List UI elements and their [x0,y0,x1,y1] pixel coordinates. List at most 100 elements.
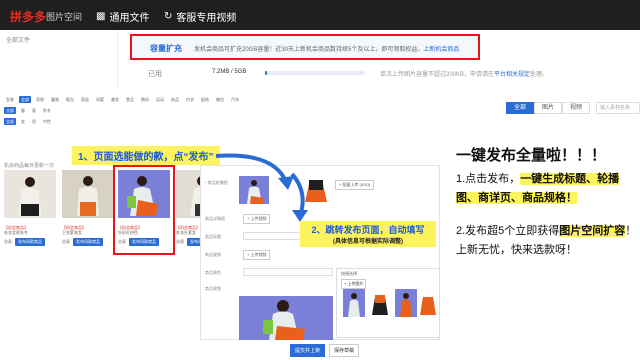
filter-chip-category[interactable]: 美妆 [109,96,121,103]
nav-service-video[interactable]: ↻ 客服专用视频 [164,9,236,24]
promo-point-2: 2.发布超5个立即获得图片空间扩容！ [456,222,640,241]
form-label-video: 商品视频 [205,286,221,291]
filter-chip-gender[interactable]: 全部 [4,118,16,125]
tab-videos[interactable]: 视频 [562,102,590,114]
product-desc: 毛衣女款秋冬 [4,230,28,235]
form-actions: 提交并上架 保存草稿 [290,344,360,357]
filter-row-season: 全部春夏秋冬 [4,107,214,114]
form-large-image [239,296,333,340]
product-card[interactable]: 【机会商品】 卫衣套装女 收藏 发布同款商品 [62,170,114,252]
capacity-text: 发机会商品可扩充20GB容量！近30天上新机会商品数持续5个及以上，即可领取权益… [194,44,459,53]
product-card[interactable]: 【机会商品】 毛衣女款秋冬 收藏 发布同款商品 [4,170,56,252]
filter-chip-category[interactable]: 内衣 [184,96,196,103]
filter-chip-category[interactable]: 饰品 [169,96,181,103]
capacity-link[interactable]: 上新机会商品 [423,47,459,53]
upload-video-button[interactable]: + 上传视频 [243,214,271,224]
logo: 拼多多 [10,10,47,24]
gallery-title: 快捷选择 [341,271,357,276]
step2-callout: 2、跳转发布页面，自动填写 (具体信息可根据实际调整) [300,221,436,247]
filter-chip-category[interactable]: 箱包 [214,96,226,103]
filter-row-gender: 全部女男中性 [4,118,214,125]
media-tabs: 全部 图片 视频 [506,102,590,114]
favorite-button[interactable]: 收藏 [62,239,70,245]
save-draft-button[interactable]: 保存草稿 [329,344,360,357]
batch-upload-button[interactable]: + 批量上传 (5/10) [335,180,375,190]
filter-panel: 女装 全部 男装 童装 鞋包 家居 母婴 美妆 食品 数码 运动 饰品 内衣 配饰 箱包 汽车 全部春夏秋冬 … [4,96,239,146]
filter-chip-category[interactable]: 男装 [34,96,46,103]
filter-chip-category[interactable]: 汽车 [229,96,241,103]
favorite-button[interactable]: 收藏 [4,239,12,245]
upload-video-button[interactable]: + 上传视频 [243,250,271,260]
top-bar: 拼多多 图片空间 ▩ 通用文件 ↻ 客服专用视频 [0,0,640,30]
publish-same-button[interactable]: 发布同款商品 [15,238,45,246]
grid-label: 机会商品每日更新一次 [4,163,55,169]
usage-progress-fill [265,71,267,75]
tab-all[interactable]: 全部 [506,102,534,114]
filter-chip-season[interactable]: 全部 [4,107,16,114]
filter-chip-season[interactable]: 秋冬 [41,107,53,114]
sidebar-item-all-files[interactable]: 全部文件 [6,35,30,44]
promo-point-2-end: ！ [625,225,637,237]
usage-note-text: 单次上传图片容量不超过200KB，申请请在 [380,72,495,78]
form-label-title: 商品标题 [205,234,221,239]
flow-arrow-icon [215,153,294,190]
usage-note-link[interactable]: 平台相关规定 [494,72,530,78]
filter-chip-category[interactable]: 数码 [139,96,151,103]
promo-point-1: 1.点击发布，一键生成标题、轮播图、商详页、商品规格！ [456,170,640,208]
form-label-spec: 商品规格 [205,252,221,257]
product-image [4,170,56,218]
filter-chip-gender[interactable]: 女 [19,118,27,125]
product-desc: 卫衣套装女 [62,230,82,235]
promo-block: 一键发布全量啦！！！ 1.点击发布，一键生成标题、轮播图、商详页、商品规格！ 2… [456,144,640,260]
usage-note-end: 处理。 [530,72,549,78]
product-image [62,170,114,218]
promo-title: 一键发布全量啦！！！ [456,147,607,164]
filter-chip-season[interactable]: 春 [19,107,27,114]
gallery-thumb-image[interactable] [369,289,391,317]
step1-callout: 1、页面选能做的款，点“发布” [72,146,220,165]
filter-chip-season[interactable]: 夏 [30,107,38,114]
refresh-icon: ↻ [164,11,173,22]
filter-chip-gender[interactable]: 男 [30,118,38,125]
usage-label: 已用 [148,71,162,78]
promo-point-2-highlight: 图片空间扩容 [559,225,626,237]
filter-chip-category[interactable]: 食品 [124,96,136,103]
nav-service-video-label: 客服专用视频 [176,13,237,24]
filter-row-category: 女装 全部 男装 童装 鞋包 家居 母婴 美妆 食品 数码 运动 饰品 内衣 配饰 箱包 汽车 [4,96,239,103]
filter-chip-category[interactable]: 童装 [49,96,61,103]
gallery-thumb-image[interactable] [395,289,417,317]
usage-row: 已用 7.2MB / 5GB 单次上传图片容量不超过200KB，申请请在平台相关… [130,62,610,84]
quick-select-gallery: 快捷选择 + 上传图片 [336,268,440,338]
capacity-title: 容量扩充 [150,44,182,53]
filter-chip-category[interactable]: 女装 [4,96,16,103]
attr-input[interactable] [243,268,333,276]
nav-general-files[interactable]: ▩ 通用文件 [96,9,149,24]
filter-chip-category[interactable]: 配饰 [199,96,211,103]
promo-point-3: 上新无忧，快来选款呀！ [456,244,577,256]
gallery-thumb-image[interactable] [343,289,365,317]
filter-chip-category[interactable]: 运动 [154,96,166,103]
form-label-detail-images: 商品详情图 [205,216,225,221]
publish-same-button[interactable]: 发布同款商品 [73,238,103,246]
capacity-body: 发机会商品可扩充20GB容量！近30天上新机会商品数持续5个及以上，即可领取权益… [194,47,424,53]
nav-general-files-label: 通用文件 [109,13,150,24]
step2-note: (具体信息可根据实际调整) [333,239,403,245]
sidebar: 全部文件 [0,30,118,90]
usage-progress-bar [265,71,365,75]
capacity-notice: 容量扩充 发机会商品可扩充20GB容量！近30天上新机会商品数持续5个及以上，即… [130,34,480,60]
search-input[interactable]: 输入素材名称 [596,102,640,114]
submit-button[interactable]: 提交并上架 [290,344,326,357]
promo-point-1-text: 1.点击发布， [456,173,521,185]
gallery-upload-button[interactable]: + 上传图片 [341,279,367,289]
folder-icon: ▩ [96,11,106,22]
filter-chip-gender[interactable]: 中性 [41,118,53,125]
filter-chip-category[interactable]: 鞋包 [64,96,76,103]
form-label-attr: 商品属性 [205,270,221,275]
filter-chip-category[interactable]: 全部 [19,96,31,103]
filter-chip-category[interactable]: 家居 [79,96,91,103]
favorite-button[interactable]: 收藏 [176,239,184,245]
filter-chip-category[interactable]: 母婴 [94,96,106,103]
gallery-thumb-image[interactable] [417,289,439,317]
tab-images[interactable]: 图片 [534,102,562,114]
logo-subtitle: 图片空间 [46,12,83,22]
